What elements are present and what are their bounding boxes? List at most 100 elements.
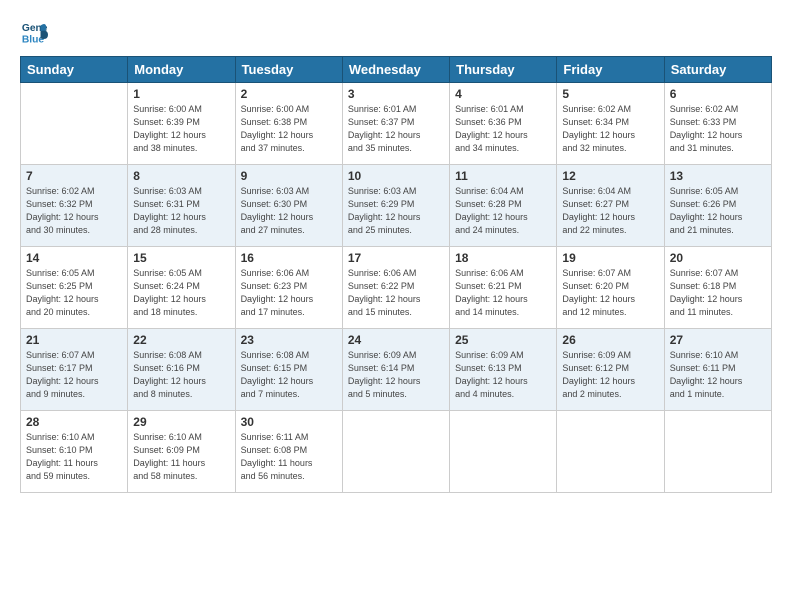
calendar-cell: 2Sunrise: 6:00 AMSunset: 6:38 PMDaylight… (235, 83, 342, 165)
day-number: 25 (455, 333, 551, 347)
day-info: Sunrise: 6:04 AMSunset: 6:27 PMDaylight:… (562, 185, 658, 237)
day-info: Sunrise: 6:08 AMSunset: 6:15 PMDaylight:… (241, 349, 337, 401)
day-info: Sunrise: 6:05 AMSunset: 6:25 PMDaylight:… (26, 267, 122, 319)
calendar-cell: 23 Sunrise: 6:08 AMSunset: 6:15 PMDayligh… (235, 329, 342, 411)
day-info: Sunrise: 6:03 AMSunset: 6:29 PMDaylight:… (348, 185, 444, 237)
calendar-week-2: 7 Sunrise: 6:02 AMSunset: 6:32 PMDaylight… (21, 165, 772, 247)
day-info: Sunrise: 6:09 AMSunset: 6:12 PMDaylight:… (562, 349, 658, 401)
calendar-cell: 20 Sunrise: 6:07 AMSunset: 6:18 PMDayligh… (664, 247, 771, 329)
calendar-cell (21, 83, 128, 165)
calendar-cell: 22Sunrise: 6:08 AMSunset: 6:16 PMDayligh… (128, 329, 235, 411)
day-number: 14 (26, 251, 122, 265)
logo: General Blue (20, 18, 54, 46)
header: General Blue (20, 18, 772, 46)
day-info: Sunrise: 6:06 AMSunset: 6:21 PMDaylight:… (455, 267, 551, 319)
calendar-header-row: SundayMondayTuesdayWednesdayThursdayFrid… (21, 57, 772, 83)
day-number: 23 (241, 333, 337, 347)
calendar-header-wednesday: Wednesday (342, 57, 449, 83)
day-info: Sunrise: 6:02 AMSunset: 6:33 PMDaylight:… (670, 103, 766, 155)
day-number: 3 (348, 87, 444, 101)
day-number: 10 (348, 169, 444, 183)
day-number: 4 (455, 87, 551, 101)
day-info: Sunrise: 6:02 AMSunset: 6:34 PMDaylight:… (562, 103, 658, 155)
day-info: Sunrise: 6:07 AMSunset: 6:20 PMDaylight:… (562, 267, 658, 319)
calendar-cell: 14 Sunrise: 6:05 AMSunset: 6:25 PMDayligh… (21, 247, 128, 329)
page: General Blue SundayMondayTuesdayWednesda… (0, 0, 792, 612)
day-info: Sunrise: 6:10 AMSunset: 6:10 PMDaylight:… (26, 431, 122, 483)
calendar-cell: 5 Sunrise: 6:02 AMSunset: 6:34 PMDaylight… (557, 83, 664, 165)
calendar-cell: 12 Sunrise: 6:04 AMSunset: 6:27 PMDayligh… (557, 165, 664, 247)
day-number: 16 (241, 251, 337, 265)
logo-icon: General Blue (20, 18, 48, 46)
calendar-cell: 9 Sunrise: 6:03 AMSunset: 6:30 PMDaylight… (235, 165, 342, 247)
day-number: 13 (670, 169, 766, 183)
day-info: Sunrise: 6:04 AMSunset: 6:28 PMDaylight:… (455, 185, 551, 237)
day-info: Sunrise: 6:02 AMSunset: 6:32 PMDaylight:… (26, 185, 122, 237)
day-number: 30 (241, 415, 337, 429)
calendar-week-4: 21 Sunrise: 6:07 AMSunset: 6:17 PMDayligh… (21, 329, 772, 411)
day-number: 11 (455, 169, 551, 183)
day-number: 6 (670, 87, 766, 101)
calendar-cell: 16 Sunrise: 6:06 AMSunset: 6:23 PMDayligh… (235, 247, 342, 329)
day-number: 9 (241, 169, 337, 183)
calendar-cell: 26Sunrise: 6:09 AMSunset: 6:12 PMDayligh… (557, 329, 664, 411)
day-info: Sunrise: 6:09 AMSunset: 6:13 PMDaylight:… (455, 349, 551, 401)
day-info: Sunrise: 6:00 AMSunset: 6:38 PMDaylight:… (241, 103, 337, 155)
day-number: 20 (670, 251, 766, 265)
day-number: 19 (562, 251, 658, 265)
calendar-cell: 29Sunrise: 6:10 AMSunset: 6:09 PMDayligh… (128, 411, 235, 493)
calendar-cell (557, 411, 664, 493)
calendar-header-tuesday: Tuesday (235, 57, 342, 83)
calendar-cell: 3 Sunrise: 6:01 AMSunset: 6:37 PMDaylight… (342, 83, 449, 165)
day-info: Sunrise: 6:07 AMSunset: 6:17 PMDaylight:… (26, 349, 122, 401)
calendar-cell: 4 Sunrise: 6:01 AMSunset: 6:36 PMDaylight… (450, 83, 557, 165)
calendar-cell: 18 Sunrise: 6:06 AMSunset: 6:21 PMDayligh… (450, 247, 557, 329)
calendar-cell: 15Sunrise: 6:05 AMSunset: 6:24 PMDayligh… (128, 247, 235, 329)
day-info: Sunrise: 6:01 AMSunset: 6:36 PMDaylight:… (455, 103, 551, 155)
calendar-header-friday: Friday (557, 57, 664, 83)
day-info: Sunrise: 6:06 AMSunset: 6:23 PMDaylight:… (241, 267, 337, 319)
day-number: 7 (26, 169, 122, 183)
calendar-week-5: 28Sunrise: 6:10 AMSunset: 6:10 PMDayligh… (21, 411, 772, 493)
day-number: 27 (670, 333, 766, 347)
calendar-cell: 25 Sunrise: 6:09 AMSunset: 6:13 PMDayligh… (450, 329, 557, 411)
day-info: Sunrise: 6:06 AMSunset: 6:22 PMDaylight:… (348, 267, 444, 319)
day-info: Sunrise: 6:01 AMSunset: 6:37 PMDaylight:… (348, 103, 444, 155)
calendar-cell: 8 Sunrise: 6:03 AMSunset: 6:31 PMDaylight… (128, 165, 235, 247)
day-number: 18 (455, 251, 551, 265)
day-number: 5 (562, 87, 658, 101)
calendar-cell: 7 Sunrise: 6:02 AMSunset: 6:32 PMDaylight… (21, 165, 128, 247)
day-info: Sunrise: 6:11 AMSunset: 6:08 PMDaylight:… (241, 431, 337, 483)
calendar-cell: 30 Sunrise: 6:11 AMSunset: 6:08 PMDayligh… (235, 411, 342, 493)
calendar-cell: 13 Sunrise: 6:05 AMSunset: 6:26 PMDayligh… (664, 165, 771, 247)
day-number: 21 (26, 333, 122, 347)
day-number: 22 (133, 333, 229, 347)
calendar-cell: 10 Sunrise: 6:03 AMSunset: 6:29 PMDayligh… (342, 165, 449, 247)
day-info: Sunrise: 6:10 AMSunset: 6:11 PMDaylight:… (670, 349, 766, 401)
calendar-cell: 21 Sunrise: 6:07 AMSunset: 6:17 PMDayligh… (21, 329, 128, 411)
calendar-header-monday: Monday (128, 57, 235, 83)
day-info: Sunrise: 6:00 AMSunset: 6:39 PMDaylight:… (133, 103, 229, 155)
day-info: Sunrise: 6:03 AMSunset: 6:30 PMDaylight:… (241, 185, 337, 237)
day-number: 8 (133, 169, 229, 183)
day-number: 12 (562, 169, 658, 183)
calendar-cell (342, 411, 449, 493)
calendar-header-sunday: Sunday (21, 57, 128, 83)
day-info: Sunrise: 6:05 AMSunset: 6:24 PMDaylight:… (133, 267, 229, 319)
calendar-cell: 6 Sunrise: 6:02 AMSunset: 6:33 PMDaylight… (664, 83, 771, 165)
calendar-cell: 27 Sunrise: 6:10 AMSunset: 6:11 PMDayligh… (664, 329, 771, 411)
calendar-week-1: 1 Sunrise: 6:00 AMSunset: 6:39 PMDaylight… (21, 83, 772, 165)
calendar-header-saturday: Saturday (664, 57, 771, 83)
calendar-cell: 1 Sunrise: 6:00 AMSunset: 6:39 PMDaylight… (128, 83, 235, 165)
calendar-cell: 17Sunrise: 6:06 AMSunset: 6:22 PMDayligh… (342, 247, 449, 329)
day-info: Sunrise: 6:09 AMSunset: 6:14 PMDaylight:… (348, 349, 444, 401)
day-info: Sunrise: 6:05 AMSunset: 6:26 PMDaylight:… (670, 185, 766, 237)
calendar-table: SundayMondayTuesdayWednesdayThursdayFrid… (20, 56, 772, 493)
day-info: Sunrise: 6:07 AMSunset: 6:18 PMDaylight:… (670, 267, 766, 319)
day-info: Sunrise: 6:03 AMSunset: 6:31 PMDaylight:… (133, 185, 229, 237)
day-number: 29 (133, 415, 229, 429)
day-number: 1 (133, 87, 229, 101)
day-number: 24 (348, 333, 444, 347)
calendar-cell (450, 411, 557, 493)
calendar-cell: 19 Sunrise: 6:07 AMSunset: 6:20 PMDayligh… (557, 247, 664, 329)
